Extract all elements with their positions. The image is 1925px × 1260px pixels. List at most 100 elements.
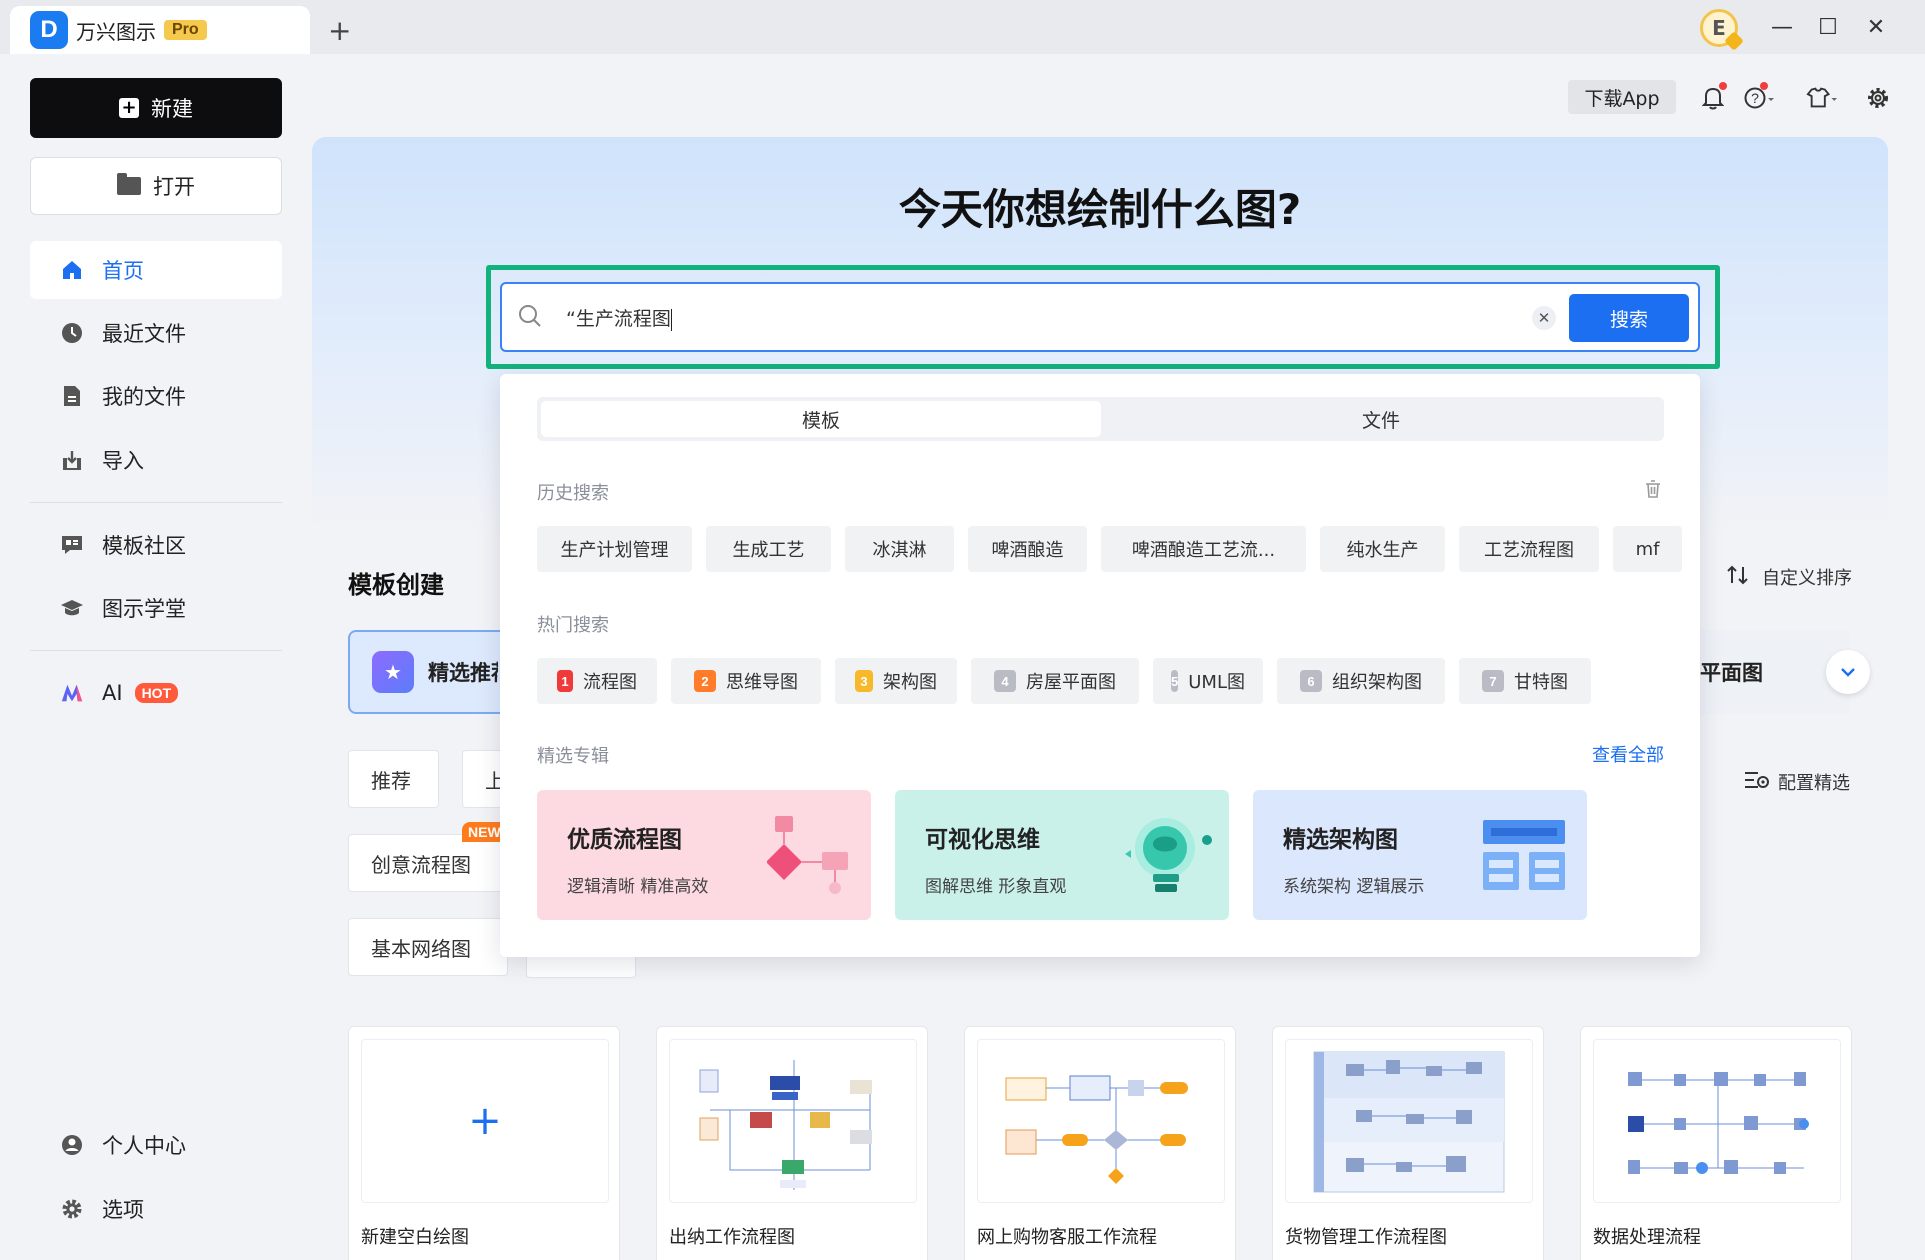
search-icon bbox=[518, 304, 542, 328]
history-chip[interactable]: 啤酒酿造 bbox=[968, 526, 1087, 572]
flowchart-thumbnail bbox=[1593, 1039, 1841, 1203]
history-chip[interactable]: 冰淇淋 bbox=[845, 526, 954, 572]
custom-sort-button[interactable]: 自定义排序 bbox=[1726, 564, 1852, 590]
rank-badge: 1 bbox=[557, 670, 573, 692]
rank-badge: 5 bbox=[1171, 670, 1179, 692]
search-button[interactable]: 搜索 bbox=[1569, 294, 1689, 342]
chevron-down-icon[interactable] bbox=[1826, 650, 1870, 694]
hot-search-label: UML图 bbox=[1188, 672, 1245, 693]
minimize-button[interactable]: — bbox=[1767, 12, 1797, 42]
hot-search-label: 组织架构图 bbox=[1332, 672, 1422, 693]
hot-search-chip[interactable]: 1 流程图 bbox=[537, 658, 657, 704]
tab-files[interactable]: 文件 bbox=[1101, 401, 1661, 437]
rank-badge: 2 bbox=[694, 670, 716, 692]
sidebar-item-ai[interactable]: AI HOT bbox=[30, 664, 282, 722]
topic-card-mindmap[interactable]: 可视化思维 图解思维 形象直观 bbox=[895, 790, 1229, 920]
sidebar-item-profile[interactable]: 个人中心 bbox=[30, 1116, 282, 1174]
sidebar-item-label: 选项 bbox=[102, 1198, 144, 1222]
plus-icon: + bbox=[468, 1098, 502, 1144]
new-tab-button[interactable]: + bbox=[328, 14, 351, 47]
skin-shirt-icon[interactable] bbox=[1806, 82, 1838, 114]
sidebar-item-import[interactable]: 导入 bbox=[30, 431, 282, 489]
featured-topics-label: 精选专辑 bbox=[537, 746, 609, 767]
file-icon bbox=[60, 384, 84, 408]
hot-search-chip[interactable]: 3 架构图 bbox=[835, 658, 957, 704]
history-chip[interactable]: mf bbox=[1613, 526, 1682, 572]
hot-search-chip[interactable]: 5 UML图 bbox=[1153, 658, 1263, 704]
hot-search-chip[interactable]: 7 甘特图 bbox=[1459, 658, 1591, 704]
hot-search-chip[interactable]: 2 思维导图 bbox=[671, 658, 821, 704]
plus-icon: + bbox=[119, 98, 139, 118]
pro-badge: Pro bbox=[164, 20, 207, 40]
sidebar-item-my-files[interactable]: 我的文件 bbox=[30, 367, 282, 425]
download-app-button[interactable]: 下载App bbox=[1568, 80, 1676, 114]
configure-featured-button[interactable]: 配置精选 bbox=[1744, 769, 1850, 795]
clear-search-button[interactable]: ✕ bbox=[1532, 306, 1556, 330]
pill-label: 基本网络图 bbox=[371, 936, 471, 961]
template-section-title: 模板创建 bbox=[348, 571, 444, 599]
template-card-goods[interactable]: 货物管理工作流程图 bbox=[1272, 1026, 1544, 1260]
view-all-link[interactable]: 查看全部 bbox=[1592, 741, 1664, 767]
sidebar-item-community[interactable]: 模板社区 bbox=[30, 516, 282, 574]
app-name: 万兴图示 bbox=[76, 19, 156, 44]
topic-card-flowchart[interactable]: 优质流程图 逻辑清晰 精准高效 bbox=[537, 790, 871, 920]
sidebar-item-home[interactable]: 首页 bbox=[30, 241, 282, 299]
hot-search-label: 架构图 bbox=[883, 672, 937, 693]
graduation-cap-icon bbox=[60, 596, 84, 620]
history-chip[interactable]: 啤酒酿造工艺流... bbox=[1101, 526, 1306, 572]
sidebar-item-recent[interactable]: 最近文件 bbox=[30, 304, 282, 362]
history-chips: 生产计划管理 生成工艺 冰淇淋 啤酒酿造 啤酒酿造工艺流... 纯水生产 工艺流… bbox=[537, 526, 1682, 572]
search-value-text: “生产流程图 bbox=[566, 308, 671, 330]
card-label: 网上购物客服工作流程 bbox=[977, 1227, 1157, 1248]
card-label: 货物管理工作流程图 bbox=[1285, 1227, 1447, 1248]
search-input[interactable] bbox=[500, 282, 1700, 352]
search-input-value[interactable]: “生产流程图 bbox=[566, 304, 672, 331]
notification-dot bbox=[1719, 82, 1727, 90]
pill-label: 创意流程图 bbox=[371, 852, 471, 877]
ai-icon bbox=[60, 681, 84, 705]
sidebar-item-label: AI bbox=[102, 681, 123, 705]
clock-icon bbox=[60, 321, 84, 345]
settings-gear-icon[interactable] bbox=[1862, 82, 1894, 114]
sidebar-divider bbox=[30, 502, 282, 503]
open-button[interactable]: 打开 bbox=[30, 157, 282, 215]
filter-pill-network[interactable]: 基本网络图 bbox=[348, 918, 508, 976]
filter-pill-creative-flowchart[interactable]: 创意流程图 bbox=[348, 834, 508, 892]
folder-icon bbox=[117, 173, 141, 195]
star-badge-icon: ★ bbox=[372, 651, 414, 693]
topic-card-architecture[interactable]: 精选架构图 系统架构 逻辑展示 bbox=[1253, 790, 1587, 920]
maximize-button[interactable]: ☐ bbox=[1813, 12, 1843, 42]
tab-templates[interactable]: 模板 bbox=[541, 401, 1101, 437]
flowchart-illustration-icon bbox=[767, 816, 848, 894]
template-card-blank[interactable]: + 新建空白绘图 bbox=[348, 1026, 620, 1260]
template-card-shopping[interactable]: 网上购物客服工作流程 bbox=[964, 1026, 1236, 1260]
rank-badge: 7 bbox=[1482, 670, 1504, 692]
sidebar-item-options[interactable]: 选项 bbox=[30, 1180, 282, 1238]
hot-search-chip[interactable]: 6 组织架构图 bbox=[1277, 658, 1445, 704]
help-icon[interactable]: ? bbox=[1744, 82, 1776, 114]
template-card-cashier[interactable]: 出纳工作流程图 bbox=[656, 1026, 928, 1260]
notification-bell-icon[interactable] bbox=[1697, 82, 1729, 114]
filter-pill-recommend[interactable]: 推荐 bbox=[348, 750, 439, 808]
avatar[interactable]: E bbox=[1700, 9, 1744, 51]
category-label: 精选推荐 bbox=[428, 661, 498, 685]
history-chip[interactable]: 生产计划管理 bbox=[537, 526, 692, 572]
card-label: 出纳工作流程图 bbox=[669, 1227, 795, 1248]
template-card-data[interactable]: 数据处理流程 bbox=[1580, 1026, 1852, 1260]
history-chip[interactable]: 工艺流程图 bbox=[1459, 526, 1599, 572]
architecture-blocks-icon bbox=[1483, 820, 1565, 890]
history-chip[interactable]: 纯水生产 bbox=[1320, 526, 1445, 572]
hot-search-chip[interactable]: 4 房屋平面图 bbox=[971, 658, 1139, 704]
history-chip[interactable]: 生成工艺 bbox=[706, 526, 831, 572]
sidebar-item-academy[interactable]: 图示学堂 bbox=[30, 579, 282, 637]
open-button-label: 打开 bbox=[153, 175, 195, 199]
home-icon bbox=[60, 258, 84, 282]
close-button[interactable]: ✕ bbox=[1861, 12, 1891, 42]
new-button[interactable]: + 新建 bbox=[30, 78, 282, 138]
gear-icon bbox=[60, 1197, 84, 1221]
app-tab[interactable]: D 万兴图示 Pro bbox=[10, 6, 310, 54]
category-label: 平面图 bbox=[1700, 661, 1763, 685]
svg-text:?: ? bbox=[1751, 90, 1759, 106]
trash-icon[interactable] bbox=[1643, 479, 1663, 503]
flowchart-thumbnail bbox=[1285, 1039, 1533, 1203]
